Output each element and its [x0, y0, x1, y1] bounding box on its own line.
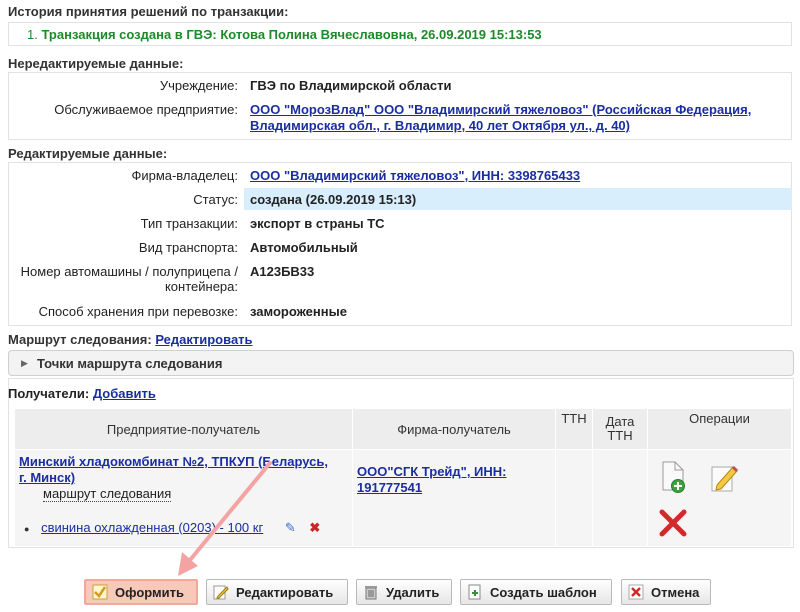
- checkmark-icon: [92, 584, 108, 600]
- edit-button[interactable]: Редактировать: [206, 579, 348, 605]
- trash-icon: [363, 584, 379, 600]
- issue-button[interactable]: Оформить: [84, 579, 198, 605]
- create-template-button-label: Создать шаблон: [490, 584, 597, 600]
- create-template-button[interactable]: Создать шаблон: [460, 579, 612, 605]
- delete-button[interactable]: Удалить: [356, 579, 452, 605]
- edit-button-label: Редактировать: [236, 584, 334, 600]
- cancel-button-label: Отмена: [651, 584, 700, 600]
- delete-button-label: Удалить: [386, 584, 440, 600]
- issue-button-label: Оформить: [115, 584, 184, 600]
- edit-icon: [213, 584, 229, 600]
- cancel-x-icon: [628, 584, 644, 600]
- pointer-arrow-icon: [178, 461, 272, 576]
- cancel-button[interactable]: Отмена: [621, 579, 711, 605]
- template-icon: [467, 584, 483, 600]
